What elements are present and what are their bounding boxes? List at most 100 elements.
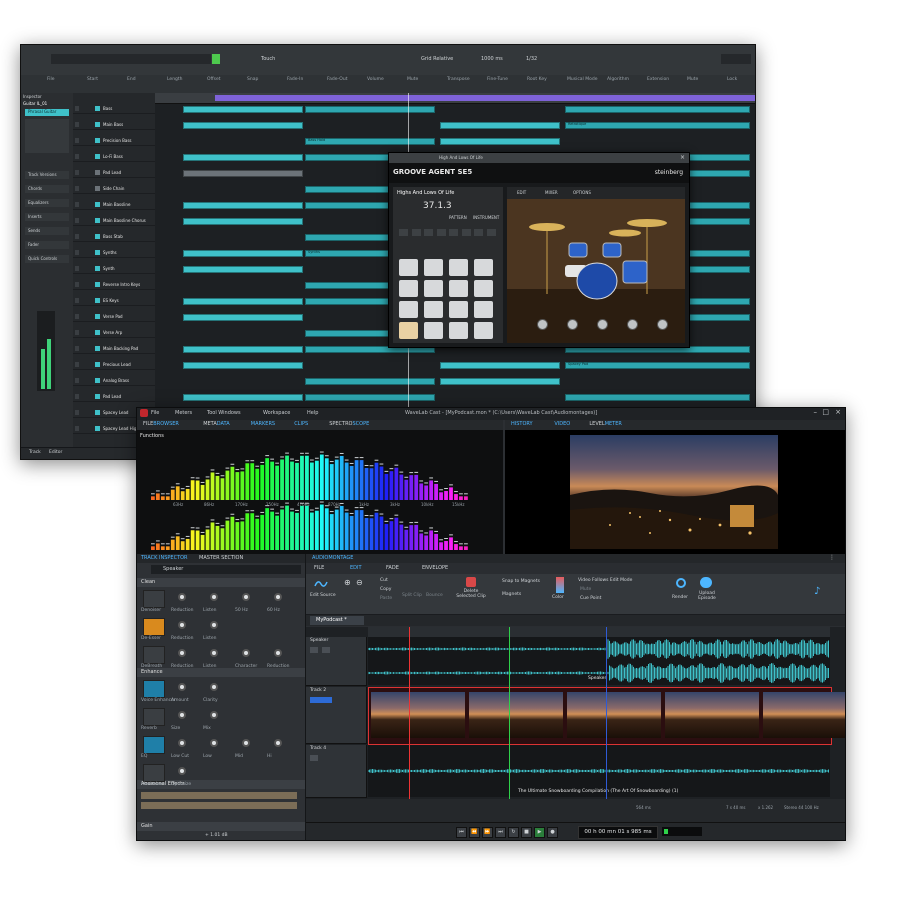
info-field[interactable]: Start [87, 77, 98, 82]
playback-cursor[interactable] [509, 627, 510, 807]
info-field[interactable]: Transpose [447, 77, 470, 82]
parameter-knob[interactable] [274, 739, 282, 747]
track-header-track4[interactable]: Track 4 [306, 745, 367, 798]
event-clip[interactable] [305, 378, 435, 385]
track-row[interactable]: Pad Lead [73, 169, 155, 178]
pattern-slot[interactable] [461, 229, 471, 236]
effect-toggle-button[interactable] [143, 764, 165, 782]
quantize-value-selector[interactable]: 1/32 [526, 56, 537, 62]
cue-point-dropdown[interactable]: Cue Point [580, 596, 601, 601]
event-clip[interactable] [440, 122, 560, 129]
track-row[interactable]: Reverse Intro Keys [73, 281, 155, 290]
pattern-slot[interactable] [411, 229, 421, 236]
tab-options[interactable]: OPTIONS [573, 190, 591, 195]
close-icon[interactable]: × [680, 154, 685, 161]
parameter-knob[interactable] [210, 649, 218, 657]
track-row[interactable]: ES Keys [73, 297, 155, 306]
drum-pad[interactable] [474, 301, 493, 318]
mute-icon[interactable] [75, 314, 79, 319]
mute-icon[interactable] [75, 186, 79, 191]
tab-master-section[interactable]: MASTER SECTION [199, 555, 243, 561]
panel-menu-icon[interactable]: ⋮ [829, 554, 835, 561]
tool-object-select-icon[interactable] [212, 54, 220, 64]
menu-tool-windows[interactable]: Tool Windows [207, 410, 241, 416]
mute-icon[interactable] [75, 410, 79, 415]
panel-tab[interactable]: SPECTROSCOPE [329, 421, 369, 427]
decay-knob[interactable] [627, 319, 638, 330]
inspector-section[interactable]: Chords [25, 185, 69, 193]
track-row[interactable]: Main Bassline [73, 201, 155, 210]
play-icon[interactable]: ▶ [534, 827, 545, 838]
event-clip[interactable]: Bass Hold [305, 138, 435, 145]
mute-icon[interactable] [75, 234, 79, 239]
render-button[interactable]: Render [672, 595, 688, 600]
event-clip[interactable]: Spacey Pad [565, 362, 750, 369]
event-clip[interactable] [183, 346, 303, 353]
mute-button-track4[interactable] [310, 755, 318, 761]
mute-button[interactable] [310, 647, 318, 653]
inspector-section[interactable]: Fader [25, 241, 69, 249]
track-header-speaker[interactable]: Speaker [306, 637, 367, 686]
info-field[interactable]: Musical Mode [567, 77, 598, 82]
event-clip[interactable] [565, 394, 750, 401]
pattern-slot[interactable] [486, 229, 496, 236]
pattern-slot[interactable] [399, 229, 408, 236]
panel-tab[interactable]: MARKERS [251, 421, 275, 427]
event-clip[interactable] [305, 106, 435, 113]
track-row[interactable]: Main Bass [73, 121, 155, 130]
document-tab[interactable]: MyPodcast * [316, 617, 347, 623]
panel-tab[interactable]: VIDEO [554, 421, 570, 427]
event-clip[interactable] [440, 138, 560, 145]
parameter-knob[interactable] [274, 649, 282, 657]
parameter-knob[interactable] [242, 739, 250, 747]
effect-slot-1[interactable] [141, 792, 297, 799]
drum-pad[interactable] [449, 259, 468, 276]
parameter-knob[interactable] [242, 593, 250, 601]
upload-episode-button[interactable]: Upload Episode [696, 591, 718, 601]
mute-icon[interactable] [75, 138, 79, 143]
track-row[interactable]: Side Chain [73, 185, 155, 194]
cycle-range[interactable] [215, 95, 755, 101]
render-icon[interactable] [676, 578, 686, 588]
time-counter[interactable]: 00 h 00 mn 01 s 985 ms [578, 826, 658, 839]
menu-meters[interactable]: Meters [175, 410, 192, 416]
event-clip[interactable] [183, 362, 303, 369]
split-clip-button[interactable]: Split Clip [402, 593, 422, 598]
minimize-icon[interactable]: – [814, 408, 818, 416]
clean-section-header[interactable]: Clean [137, 578, 305, 587]
parameter-knob[interactable] [210, 593, 218, 601]
forward-icon[interactable]: ⏩ [482, 827, 493, 838]
parameter-knob[interactable] [178, 739, 186, 747]
event-clip[interactable] [183, 154, 303, 161]
parameter-knob[interactable] [210, 683, 218, 691]
grid-type-selector[interactable]: Grid Relative [421, 56, 453, 62]
event-clip[interactable] [183, 394, 303, 401]
drum-pad[interactable] [424, 301, 443, 318]
mute-icon[interactable] [75, 394, 79, 399]
fx-knob[interactable] [657, 319, 668, 330]
effect-toggle-button[interactable] [143, 736, 165, 754]
track-row[interactable]: Verse Arp [73, 329, 155, 338]
drum-pad[interactable] [424, 280, 443, 297]
parameter-knob[interactable] [274, 593, 282, 601]
event-clip[interactable] [183, 122, 303, 129]
info-field[interactable]: Snap [247, 77, 258, 82]
panel-tab[interactable]: METADATA [203, 421, 229, 427]
edit-source-icon[interactable] [314, 578, 328, 590]
parameter-knob[interactable] [178, 683, 186, 691]
info-field[interactable]: End [127, 77, 136, 82]
panel-tab[interactable]: LEVELMETER [589, 421, 621, 427]
event-clip[interactable] [440, 378, 560, 385]
mute-icon[interactable] [75, 218, 79, 223]
lane-track4[interactable]: The Ultimate Snowboarding Compilation (T… [368, 745, 830, 797]
tab-audiomontage[interactable]: AUDIOMONTAGE [312, 555, 353, 561]
gain-section-header[interactable]: Gain [137, 822, 305, 831]
info-field[interactable]: File [47, 77, 55, 82]
track-row[interactable]: Main Backing Pad [73, 345, 155, 354]
track-row[interactable]: Main Bassline Chorus [73, 217, 155, 226]
go-end-icon[interactable]: ⏭ [495, 827, 506, 838]
mute-icon[interactable] [75, 250, 79, 255]
color-button[interactable]: Color [552, 595, 564, 600]
drum-pad[interactable] [474, 259, 493, 276]
loop-icon[interactable]: ↻ [508, 827, 519, 838]
